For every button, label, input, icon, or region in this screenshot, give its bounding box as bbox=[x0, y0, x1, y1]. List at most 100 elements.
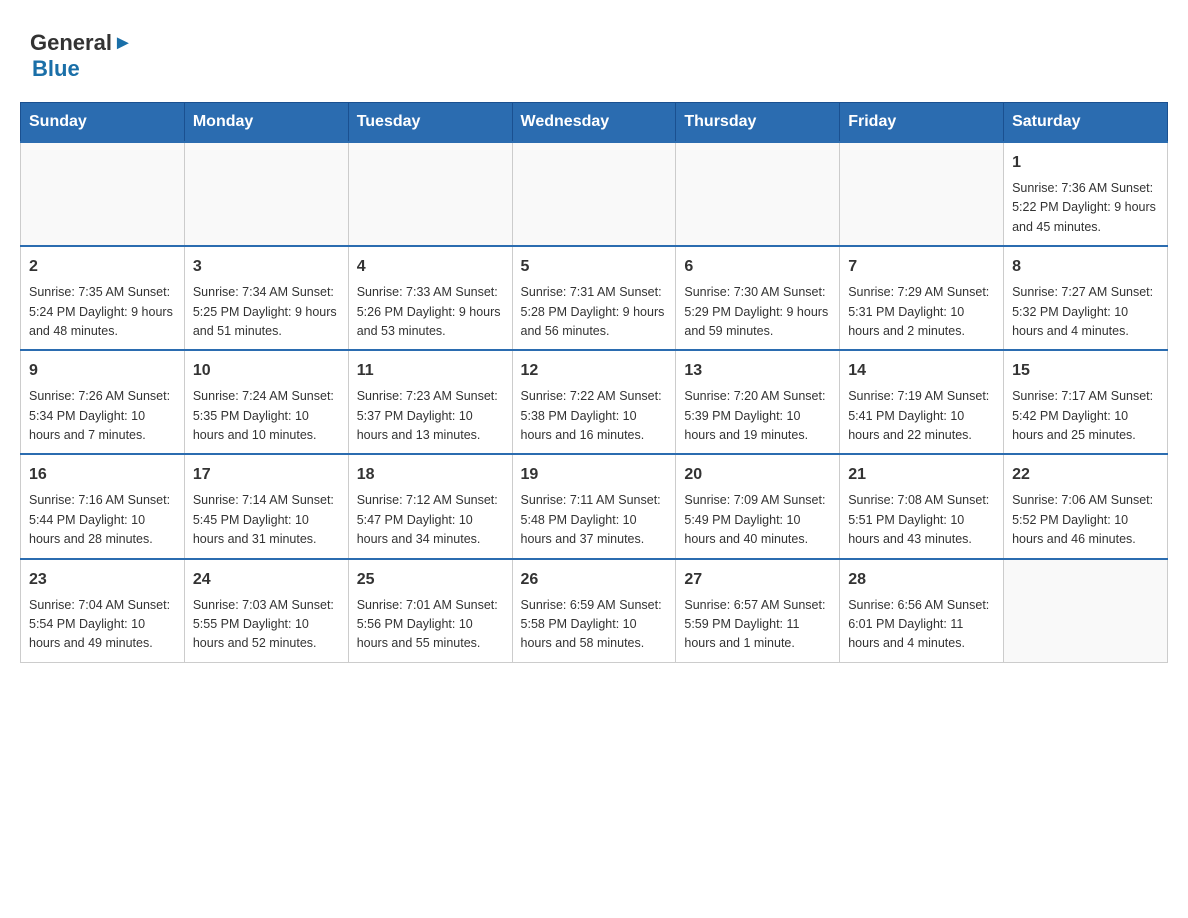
calendar-cell: 13 Sunrise: 7:20 AM Sunset: 5:39 PM Dayli… bbox=[676, 350, 840, 454]
day-info: Sunrise: 7:33 AM Sunset: 5:26 PM Dayligh… bbox=[357, 283, 504, 341]
day-number: 1 bbox=[1012, 151, 1159, 175]
day-info: Sunrise: 7:26 AM Sunset: 5:34 PM Dayligh… bbox=[29, 387, 176, 445]
calendar-cell: 20 Sunrise: 7:09 AM Sunset: 5:49 PM Dayli… bbox=[676, 454, 840, 558]
calendar-cell: 16 Sunrise: 7:16 AM Sunset: 5:44 PM Dayli… bbox=[21, 454, 185, 558]
calendar-cell: 22 Sunrise: 7:06 AM Sunset: 5:52 PM Dayli… bbox=[1004, 454, 1168, 558]
calendar-cell: 11 Sunrise: 7:23 AM Sunset: 5:37 PM Dayli… bbox=[348, 350, 512, 454]
day-info: Sunrise: 7:09 AM Sunset: 5:49 PM Dayligh… bbox=[684, 491, 831, 549]
calendar-week-row: 9 Sunrise: 7:26 AM Sunset: 5:34 PM Daylig… bbox=[21, 350, 1168, 454]
calendar-cell bbox=[184, 142, 348, 246]
calendar-cell: 25 Sunrise: 7:01 AM Sunset: 5:56 PM Dayli… bbox=[348, 559, 512, 663]
calendar-cell bbox=[348, 142, 512, 246]
day-info: Sunrise: 7:01 AM Sunset: 5:56 PM Dayligh… bbox=[357, 596, 504, 654]
calendar-cell: 12Sunrise: 7:22 AM Sunset: 5:38 PM Dayli… bbox=[512, 350, 676, 454]
calendar-cell: 15 Sunrise: 7:17 AM Sunset: 5:42 PM Dayli… bbox=[1004, 350, 1168, 454]
calendar-cell: 1 Sunrise: 7:36 AM Sunset: 5:22 PM Daylig… bbox=[1004, 142, 1168, 246]
day-number: 28 bbox=[848, 568, 995, 592]
calendar-cell: 3 Sunrise: 7:34 AM Sunset: 5:25 PM Daylig… bbox=[184, 246, 348, 350]
day-number: 25 bbox=[357, 568, 504, 592]
day-number: 7 bbox=[848, 255, 995, 279]
day-number: 2 bbox=[29, 255, 176, 279]
col-header-sunday: Sunday bbox=[21, 103, 185, 143]
col-header-monday: Monday bbox=[184, 103, 348, 143]
day-info: Sunrise: 7:17 AM Sunset: 5:42 PM Dayligh… bbox=[1012, 387, 1159, 445]
calendar-week-row: 23 Sunrise: 7:04 AM Sunset: 5:54 PM Dayli… bbox=[21, 559, 1168, 663]
day-number: 16 bbox=[29, 463, 176, 487]
day-info: Sunrise: 7:08 AM Sunset: 5:51 PM Dayligh… bbox=[848, 491, 995, 549]
calendar-week-row: 1 Sunrise: 7:36 AM Sunset: 5:22 PM Daylig… bbox=[21, 142, 1168, 246]
calendar-cell bbox=[512, 142, 676, 246]
day-info: Sunrise: 7:20 AM Sunset: 5:39 PM Dayligh… bbox=[684, 387, 831, 445]
calendar-cell: 10 Sunrise: 7:24 AM Sunset: 5:35 PM Dayli… bbox=[184, 350, 348, 454]
day-info: Sunrise: 7:03 AM Sunset: 5:55 PM Dayligh… bbox=[193, 596, 340, 654]
day-info: Sunrise: 7:27 AM Sunset: 5:32 PM Dayligh… bbox=[1012, 283, 1159, 341]
day-number: 27 bbox=[684, 568, 831, 592]
calendar-week-row: 2 Sunrise: 7:35 AM Sunset: 5:24 PM Daylig… bbox=[21, 246, 1168, 350]
col-header-tuesday: Tuesday bbox=[348, 103, 512, 143]
calendar-cell: 5Sunrise: 7:31 AM Sunset: 5:28 PM Daylig… bbox=[512, 246, 676, 350]
day-info: Sunrise: 7:11 AM Sunset: 5:48 PM Dayligh… bbox=[521, 491, 668, 549]
calendar-cell: 23 Sunrise: 7:04 AM Sunset: 5:54 PM Dayli… bbox=[21, 559, 185, 663]
day-info: Sunrise: 6:57 AM Sunset: 5:59 PM Dayligh… bbox=[684, 596, 831, 654]
day-number: 15 bbox=[1012, 359, 1159, 383]
calendar-cell: 14Sunrise: 7:19 AM Sunset: 5:41 PM Dayli… bbox=[840, 350, 1004, 454]
day-number: 22 bbox=[1012, 463, 1159, 487]
calendar-cell: 4 Sunrise: 7:33 AM Sunset: 5:26 PM Daylig… bbox=[348, 246, 512, 350]
day-info: Sunrise: 7:23 AM Sunset: 5:37 PM Dayligh… bbox=[357, 387, 504, 445]
day-info: Sunrise: 7:16 AM Sunset: 5:44 PM Dayligh… bbox=[29, 491, 176, 549]
calendar-cell: 7 Sunrise: 7:29 AM Sunset: 5:31 PM Daylig… bbox=[840, 246, 1004, 350]
calendar-cell: 28 Sunrise: 6:56 AM Sunset: 6:01 PM Dayli… bbox=[840, 559, 1004, 663]
day-number: 5 bbox=[521, 255, 668, 279]
calendar-cell: 24 Sunrise: 7:03 AM Sunset: 5:55 PM Dayli… bbox=[184, 559, 348, 663]
calendar-cell: 17 Sunrise: 7:14 AM Sunset: 5:45 PM Dayli… bbox=[184, 454, 348, 558]
day-number: 18 bbox=[357, 463, 504, 487]
calendar-cell: 26 Sunrise: 6:59 AM Sunset: 5:58 PM Dayli… bbox=[512, 559, 676, 663]
calendar-cell: 9 Sunrise: 7:26 AM Sunset: 5:34 PM Daylig… bbox=[21, 350, 185, 454]
day-number: 8 bbox=[1012, 255, 1159, 279]
calendar-cell bbox=[21, 142, 185, 246]
day-number: 4 bbox=[357, 255, 504, 279]
calendar-cell: 19 Sunrise: 7:11 AM Sunset: 5:48 PM Dayli… bbox=[512, 454, 676, 558]
day-info: Sunrise: 7:12 AM Sunset: 5:47 PM Dayligh… bbox=[357, 491, 504, 549]
day-info: Sunrise: 7:14 AM Sunset: 5:45 PM Dayligh… bbox=[193, 491, 340, 549]
calendar-header-row: SundayMondayTuesdayWednesdayThursdayFrid… bbox=[21, 103, 1168, 143]
day-number: 23 bbox=[29, 568, 176, 592]
logo-top: General ► bbox=[30, 30, 134, 56]
day-number: 21 bbox=[848, 463, 995, 487]
day-info: Sunrise: 7:04 AM Sunset: 5:54 PM Dayligh… bbox=[29, 596, 176, 654]
col-header-friday: Friday bbox=[840, 103, 1004, 143]
day-number: 24 bbox=[193, 568, 340, 592]
day-info: Sunrise: 7:36 AM Sunset: 5:22 PM Dayligh… bbox=[1012, 179, 1159, 237]
day-number: 20 bbox=[684, 463, 831, 487]
col-header-thursday: Thursday bbox=[676, 103, 840, 143]
day-info: Sunrise: 7:06 AM Sunset: 5:52 PM Dayligh… bbox=[1012, 491, 1159, 549]
day-info: Sunrise: 7:35 AM Sunset: 5:24 PM Dayligh… bbox=[29, 283, 176, 341]
day-number: 19 bbox=[521, 463, 668, 487]
day-number: 13 bbox=[684, 359, 831, 383]
col-header-wednesday: Wednesday bbox=[512, 103, 676, 143]
day-info: Sunrise: 7:34 AM Sunset: 5:25 PM Dayligh… bbox=[193, 283, 340, 341]
day-number: 17 bbox=[193, 463, 340, 487]
calendar-cell: 8 Sunrise: 7:27 AM Sunset: 5:32 PM Daylig… bbox=[1004, 246, 1168, 350]
day-number: 11 bbox=[357, 359, 504, 383]
day-info: Sunrise: 7:22 AM Sunset: 5:38 PM Dayligh… bbox=[521, 387, 668, 445]
logo-general: General bbox=[30, 30, 112, 56]
day-info: Sunrise: 6:56 AM Sunset: 6:01 PM Dayligh… bbox=[848, 596, 995, 654]
calendar-cell bbox=[676, 142, 840, 246]
day-info: Sunrise: 7:29 AM Sunset: 5:31 PM Dayligh… bbox=[848, 283, 995, 341]
calendar-cell: 2 Sunrise: 7:35 AM Sunset: 5:24 PM Daylig… bbox=[21, 246, 185, 350]
logo: General ► Blue bbox=[30, 30, 134, 82]
day-info: Sunrise: 6:59 AM Sunset: 5:58 PM Dayligh… bbox=[521, 596, 668, 654]
calendar-cell: 27 Sunrise: 6:57 AM Sunset: 5:59 PM Dayli… bbox=[676, 559, 840, 663]
day-info: Sunrise: 7:19 AM Sunset: 5:41 PM Dayligh… bbox=[848, 387, 995, 445]
day-number: 3 bbox=[193, 255, 340, 279]
day-info: Sunrise: 7:24 AM Sunset: 5:35 PM Dayligh… bbox=[193, 387, 340, 445]
logo-blue: Blue bbox=[32, 56, 80, 82]
day-number: 9 bbox=[29, 359, 176, 383]
calendar-cell bbox=[840, 142, 1004, 246]
page-header: General ► Blue bbox=[20, 20, 1168, 82]
day-info: Sunrise: 7:30 AM Sunset: 5:29 PM Dayligh… bbox=[684, 283, 831, 341]
day-number: 10 bbox=[193, 359, 340, 383]
day-number: 26 bbox=[521, 568, 668, 592]
calendar-cell: 6Sunrise: 7:30 AM Sunset: 5:29 PM Daylig… bbox=[676, 246, 840, 350]
